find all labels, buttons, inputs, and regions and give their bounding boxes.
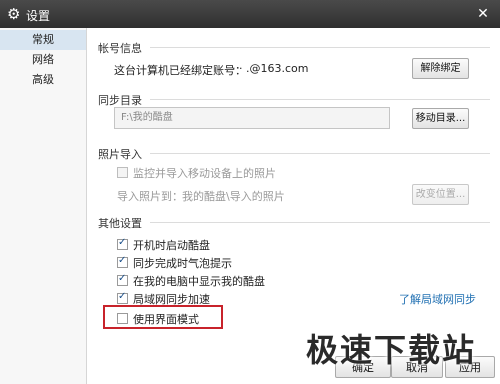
import-to-path: 我的酷盘\导入的照片 (182, 190, 285, 203)
other-section-title: 其他设置 (98, 217, 142, 230)
section-divider (150, 47, 490, 48)
import-to-label: 导入照片到： (117, 190, 183, 203)
sync-dir-path-field[interactable]: F:\我的酷盘 (114, 107, 390, 129)
title-bar[interactable]: ⚙ 设置 ✕ (0, 0, 500, 28)
sidebar-item-general[interactable]: 常规 (0, 30, 86, 50)
window-title: 设置 (26, 9, 51, 23)
unbind-button[interactable]: 解除绑定 (412, 58, 469, 79)
close-icon[interactable]: ✕ (474, 5, 492, 23)
sync-bubble-checkbox[interactable] (117, 255, 128, 268)
change-location-button[interactable]: 改变位置... (412, 184, 469, 205)
watermark-logo: 极速下载站 (306, 331, 477, 369)
settings-window: ⚙ 设置 ✕ 常规 网络 高级 帐号信息 这台计算机已经绑定账号： · · .@… (0, 0, 500, 384)
sidebar: 常规 网络 高级 (0, 28, 87, 384)
bound-account-email: · · .@163.com (232, 62, 309, 75)
autostart-label: 开机时启动酷盘 (133, 239, 210, 252)
gear-icon: ⚙ (7, 5, 21, 23)
section-divider (150, 153, 490, 154)
sync-bubble-label: 同步完成时气泡提示 (133, 257, 232, 270)
autostart-checkbox[interactable] (117, 237, 128, 250)
show-in-computer-checkbox[interactable] (117, 273, 128, 286)
section-divider (150, 99, 490, 100)
photo-import-section-title: 照片导入 (98, 148, 142, 161)
bound-account-label: 这台计算机已经绑定账号： (114, 64, 246, 77)
sidebar-item-network[interactable]: 网络 (0, 50, 86, 70)
lan-sync-learn-more-link[interactable]: 了解局域网同步 (399, 291, 476, 307)
monitor-photos-checkbox[interactable] (117, 167, 128, 178)
sidebar-item-advanced[interactable]: 高级 (0, 70, 86, 90)
lan-sync-checkbox[interactable] (117, 291, 128, 304)
show-in-computer-label: 在我的电脑中显示我的酷盘 (133, 275, 265, 288)
section-divider (150, 222, 490, 223)
highlight-box (103, 305, 223, 329)
move-dir-button[interactable]: 移动目录... (412, 108, 469, 129)
monitor-photos-label: 监控并导入移动设备上的照片 (133, 167, 276, 180)
sync-dir-section-title: 同步目录 (98, 94, 142, 107)
account-section-title: 帐号信息 (98, 42, 142, 55)
